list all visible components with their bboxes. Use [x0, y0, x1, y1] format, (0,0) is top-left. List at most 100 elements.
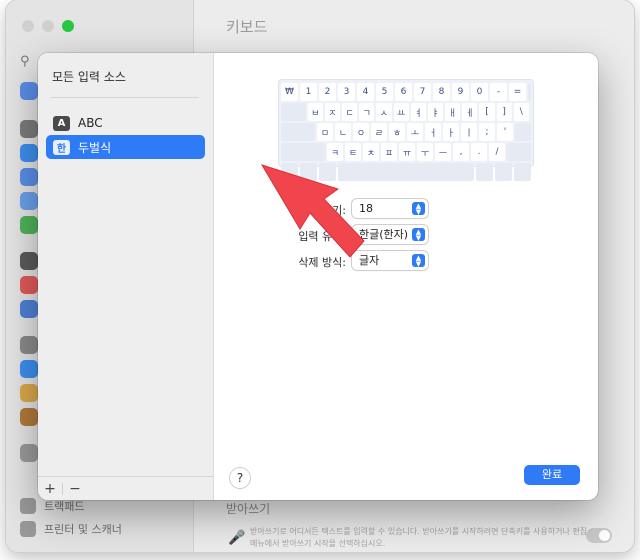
keyboard-key: 9	[452, 83, 469, 101]
sidebar-app-icon[interactable]	[20, 360, 38, 378]
sidebar-app-icon[interactable]	[20, 144, 38, 162]
keyboard-key	[514, 163, 531, 181]
microphone-icon: 🎤	[228, 530, 246, 546]
keyboard-key: ㄷ	[342, 103, 358, 121]
keyboard-key: ㅊ	[363, 143, 379, 161]
keyboard-key: ㅣ	[461, 123, 477, 141]
sidebar-app-icon[interactable]	[20, 192, 38, 210]
printer-icon	[20, 521, 36, 537]
chevron-up-down-icon: ▲ ▼	[412, 228, 425, 241]
keyboard-key: 1	[300, 83, 317, 101]
sidebar-footer: + −	[38, 476, 213, 500]
keyboard-key: ,	[453, 143, 469, 161]
keyboard-key: ₩	[281, 83, 298, 101]
keyboard-key: ㅓ	[425, 123, 441, 141]
keyboard-key: ㅍ	[381, 143, 397, 161]
sidebar-item-trackpad[interactable]: 트랙패드	[20, 498, 84, 514]
keyboard-icon[interactable]	[20, 444, 38, 462]
keyboard-key: ㄴ	[335, 123, 351, 141]
sidebar-app-icon[interactable]	[20, 120, 38, 138]
keyboard-key: ㅌ	[345, 143, 361, 161]
search-icon[interactable]: ⚲	[20, 54, 30, 69]
hangul-badge-icon: 한	[53, 139, 70, 155]
add-source-button[interactable]: +	[38, 478, 62, 500]
sidebar-app-icon[interactable]	[20, 336, 38, 354]
keyboard-key: ㅠ	[399, 143, 415, 161]
keyboard-key: 5	[376, 83, 393, 101]
sidebar-app-icon[interactable]	[20, 82, 38, 100]
divider	[50, 97, 199, 98]
help-button[interactable]: ?	[230, 468, 250, 488]
keyboard-key: ㅐ	[445, 103, 461, 121]
keyboard-key: ㅗ	[407, 123, 423, 141]
keyboard-key: /	[489, 143, 505, 161]
keyboard-key: ㄹ	[371, 123, 387, 141]
keyboard-row: ₩1 2 3 4 5 6 7 8 9 0- =	[281, 83, 531, 101]
keyboard-key: 6	[395, 83, 412, 101]
annotation-arrow-icon	[260, 164, 365, 258]
keyboard-key: 2	[319, 83, 336, 101]
sidebar-app-icon[interactable]	[20, 168, 38, 186]
keyboard-key: \	[513, 103, 529, 121]
keyboard-key: ㅈ	[324, 103, 341, 121]
keyboard-key: '	[497, 123, 513, 141]
keyboard-key	[281, 143, 325, 161]
chevron-up-down-icon: ▲ ▼	[412, 202, 425, 215]
keyboard-key: ㄱ	[359, 103, 375, 121]
close-window-button[interactable]	[22, 20, 34, 32]
source-item-abc[interactable]: A ABC	[46, 111, 205, 135]
keyboard-row: ㅁㄴㅇㄹㅎㅗㅓㅏㅣ; '	[281, 123, 531, 141]
keyboard-key: 7	[414, 83, 431, 101]
keyboard-key: ㅜ	[417, 143, 433, 161]
keyboard-key: ㅂ	[307, 103, 323, 121]
keyboard-key	[476, 163, 493, 181]
sidebar-app-icon[interactable]	[20, 408, 38, 426]
keyboard-key: ;	[479, 123, 495, 141]
dictation-toggle[interactable]	[586, 528, 612, 543]
keyboard-key	[515, 123, 531, 141]
done-button[interactable]: 완료	[524, 465, 580, 485]
keyboard-key: =	[509, 83, 526, 101]
keyboard-key	[495, 163, 512, 181]
sidebar-app-icon[interactable]	[20, 252, 38, 270]
input-sources-sheet: 모든 입력 소스 A ABC 한 두벌식 + − ₩1 2 3 4 5 6 7 8 9 0- = ㅂ…	[38, 53, 598, 500]
keyboard-row: ㅂㅈㄷㄱㅅㅛㅕㅑㅐㅔ[] \	[281, 103, 531, 121]
sidebar-app-icon[interactable]	[20, 384, 38, 402]
keyboard-key	[281, 103, 306, 121]
sidebar-app-icon[interactable]	[20, 216, 38, 234]
keyboard-key	[281, 123, 315, 141]
minimize-window-button[interactable]	[42, 20, 54, 32]
keyboard-key: .	[471, 143, 487, 161]
keyboard-key: ㅡ	[435, 143, 451, 161]
keyboard-key	[507, 143, 531, 161]
keyboard-key: ]	[496, 103, 512, 121]
keyboard-key: ㅎ	[389, 123, 405, 141]
sidebar-app-icon[interactable]	[20, 276, 38, 294]
chevron-up-down-icon: ▲ ▼	[412, 254, 425, 267]
trackpad-icon	[20, 498, 36, 514]
keyboard-key: ㅔ	[462, 103, 478, 121]
source-label: 두벌식	[78, 140, 112, 155]
keyboard-key: 8	[433, 83, 450, 101]
source-label: ABC	[78, 116, 103, 130]
keyboard-key: -	[490, 83, 507, 101]
sidebar-item-printers[interactable]: 프린터 및 스캐너	[20, 521, 122, 537]
keyboard-key	[528, 83, 531, 101]
sidebar-app-icon[interactable]	[20, 300, 38, 318]
maximize-window-button[interactable]	[62, 20, 74, 32]
keyboard-layout-preview: ₩1 2 3 4 5 6 7 8 9 0- = ㅂㅈㄷㄱㅅㅛㅕㅑㅐㅔ[] \ ㅁㄴㅇㄹㅎㅗㅓㅏㅣ; ' …	[278, 79, 534, 181]
dictation-description: 받아쓰기로 어디서든 텍스트를 입력할 수 있습니다. 받아쓰기를 시작하려면 …	[250, 527, 588, 548]
window-title: 키보드	[226, 18, 268, 36]
abc-badge-icon: A	[53, 115, 70, 131]
source-item-2set-korean[interactable]: 한 두벌식	[46, 135, 205, 159]
remove-source-button[interactable]: −	[63, 478, 87, 500]
keyboard-key: ㅇ	[353, 123, 369, 141]
input-sources-sidebar: 모든 입력 소스 A ABC 한 두벌식 + −	[38, 53, 214, 500]
keyboard-key: ㅋ	[327, 143, 343, 161]
keyboard-key: 3	[338, 83, 355, 101]
keyboard-key: [	[479, 103, 495, 121]
keyboard-row: ㅋㅌㅊㅍㅠㅜㅡ,. /	[281, 143, 531, 161]
keyboard-key: ㅏ	[443, 123, 459, 141]
keyboard-key: ㅅ	[376, 103, 392, 121]
keyboard-key: 0	[471, 83, 488, 101]
